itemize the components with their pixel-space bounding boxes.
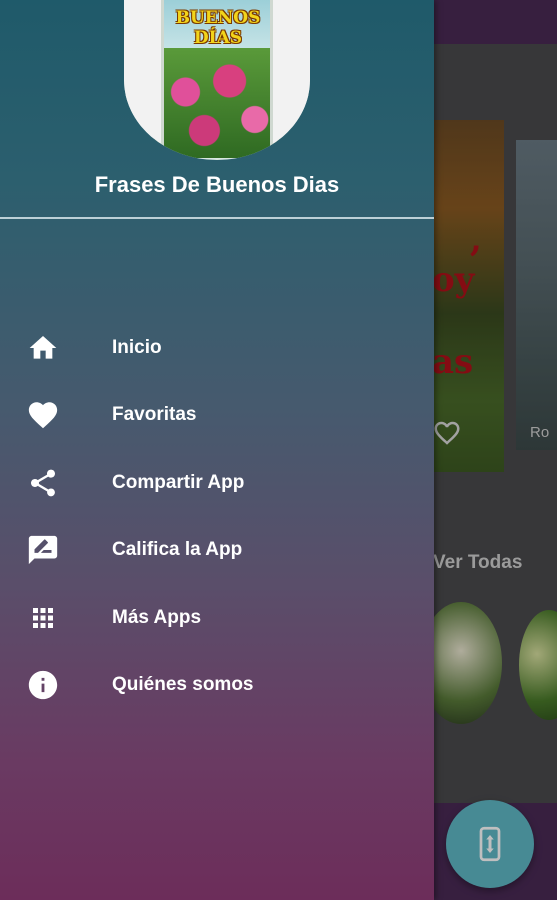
menu-item-inicio[interactable]: Inicio <box>0 314 434 382</box>
see-all-link[interactable]: Ver Todas <box>433 552 522 574</box>
window-frame-left <box>124 0 164 160</box>
info-icon <box>26 668 60 702</box>
category-thumbnail-2[interactable] <box>519 610 557 720</box>
card-text-fragment-2: oy <box>432 260 475 300</box>
favorite-heart-outline-icon[interactable] <box>430 418 464 448</box>
header-divider <box>0 217 434 219</box>
apps-grid-icon <box>26 601 60 635</box>
swap-vertical-phone-icon <box>479 826 501 862</box>
menu-item-favoritas[interactable]: Favoritas <box>0 382 434 450</box>
floating-action-button[interactable] <box>446 800 534 888</box>
menu-item-label: Califica la App <box>112 539 243 561</box>
menu-item-califica-la-app[interactable]: Califica la App <box>0 517 434 585</box>
menu-item-mas-apps[interactable]: Más Apps <box>0 584 434 652</box>
menu-item-quienes-somos[interactable]: Quiénes somos <box>0 652 434 720</box>
card-label-fragment: Ro <box>530 424 550 441</box>
home-icon <box>26 331 60 365</box>
menu-item-label: Inicio <box>112 336 162 358</box>
background-image-card-2[interactable] <box>516 140 557 450</box>
menu-item-label: Compartir App <box>112 471 245 493</box>
rate-review-icon <box>26 533 60 567</box>
drawer-header: BUENOS DÍAS Frases De Buenos Dias <box>0 0 434 219</box>
heart-icon <box>26 398 60 432</box>
card-text-fragment-3: as <box>432 342 474 382</box>
logo-text: BUENOS DÍAS <box>175 8 261 48</box>
drawer-menu: Inicio Favoritas Compartir App Califica … <box>0 314 434 719</box>
menu-item-label: Favoritas <box>112 404 197 426</box>
app-title: Frases De Buenos Dias <box>94 172 340 197</box>
menu-item-compartir-app[interactable]: Compartir App <box>0 449 434 517</box>
menu-item-label: Quiénes somos <box>112 674 254 696</box>
flowers-image <box>154 48 280 158</box>
menu-item-label: Más Apps <box>112 606 202 628</box>
navigation-drawer: BUENOS DÍAS Frases De Buenos Dias Inicio… <box>0 0 434 900</box>
window-frame-right <box>270 0 310 160</box>
share-icon <box>26 466 60 500</box>
app-logo: BUENOS DÍAS <box>124 0 310 160</box>
card-text-fragment-1: , <box>470 220 482 260</box>
